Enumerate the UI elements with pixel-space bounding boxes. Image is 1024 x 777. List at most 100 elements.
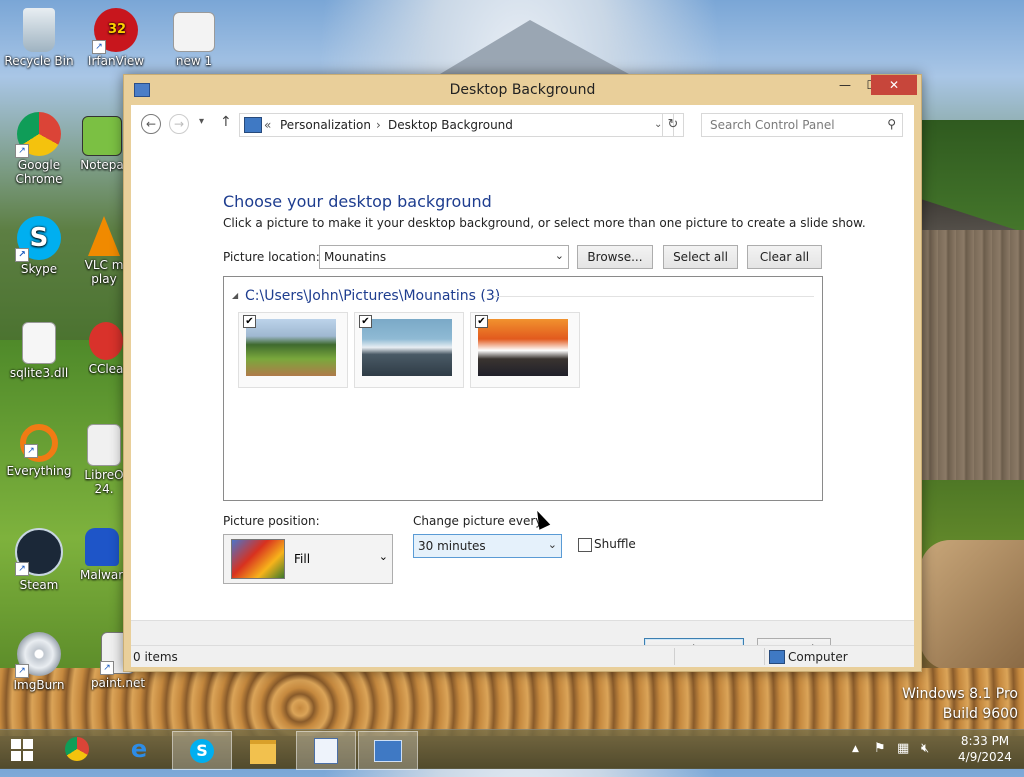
shuffle-label[interactable]: Shuffle	[594, 537, 636, 551]
position-preview-image	[231, 539, 285, 579]
control-panel-icon	[244, 117, 262, 133]
windows-logo-icon	[11, 739, 33, 761]
shortcut-arrow-icon: ↗	[15, 562, 29, 576]
system-clock[interactable]: 8:33 PM 4/9/2024	[950, 733, 1020, 765]
search-input[interactable]: Search Control Panel	[710, 118, 835, 132]
everything-search-icon: ↗	[20, 424, 58, 462]
vlc-cone-icon	[88, 216, 120, 256]
desktop-icon-label: VLC m play	[84, 258, 124, 286]
picture-location-select[interactable]: Mounatins ⌄	[319, 245, 569, 269]
desktop-icon-label: Google Chrome	[15, 158, 63, 186]
show-hidden-icons-button[interactable]: ▲	[852, 744, 859, 754]
picture-list[interactable]: ◢ C:\Users\John\Pictures\Mounatins (3) ✔…	[223, 276, 823, 501]
refresh-button[interactable]: ↻	[662, 113, 684, 137]
search-icon[interactable]: ⚲	[887, 117, 896, 131]
network-icon[interactable]: ▦	[897, 741, 909, 756]
close-button[interactable]: ✕	[871, 75, 917, 95]
desktop-icon-irfanview[interactable]: 32 ↗ IrfanView	[78, 8, 154, 68]
desktop-icon-google-chrome[interactable]: ↗ Google Chrome	[1, 112, 77, 186]
picture-location-value: Mounatins	[324, 250, 387, 264]
desktop-icon-label: Steam	[19, 578, 59, 592]
address-bar[interactable]: « Personalization › Desktop Background ⌄	[239, 113, 674, 137]
desktop-icon-label: Malware	[80, 568, 124, 582]
background-meadow	[0, 340, 125, 670]
volume-muted-icon[interactable]: 🔇︎	[921, 741, 929, 756]
breadcrumb-personalization[interactable]: Personalization	[280, 118, 371, 132]
chrome-icon	[65, 737, 89, 761]
desktop-icon-label: CClea	[88, 362, 124, 376]
picture-position-value: Fill	[294, 552, 311, 566]
clock-date: 4/9/2024	[958, 750, 1012, 764]
taskbar-skype[interactable]: S	[172, 731, 232, 770]
select-all-button[interactable]: Select all	[663, 245, 738, 269]
disc-flame-icon: ↗	[15, 632, 61, 678]
desktop-icon-label: sqlite3.dll	[9, 366, 69, 380]
clear-all-button[interactable]: Clear all	[747, 245, 822, 269]
search-box[interactable]: Search Control Panel ⚲	[701, 113, 903, 137]
desktop-icon-malwarebytes[interactable]: Malware	[80, 528, 124, 582]
malwarebytes-icon	[85, 528, 119, 566]
thumbnail-checkbox[interactable]: ✔	[243, 315, 256, 328]
desktop-icon-label: paint.net	[90, 676, 146, 690]
desktop-icon-label: new 1	[175, 54, 213, 68]
wallpaper-thumbnail[interactable]: ✔	[238, 312, 348, 388]
desktop-icon-imgburn[interactable]: ↗ ImgBurn	[1, 632, 77, 692]
taskbar-control-panel[interactable]	[358, 731, 418, 770]
steam-icon: ↗	[15, 528, 63, 576]
chevron-down-icon: ⌄	[547, 538, 557, 551]
desktop-icon-sqlite3[interactable]: sqlite3.dll	[1, 322, 77, 380]
desktop-icon-everything[interactable]: ↗ Everything	[1, 424, 77, 478]
watermark-build: Build 9600	[942, 706, 1018, 722]
irfanview-badge: 32	[108, 22, 127, 37]
minimize-button[interactable]: —	[831, 75, 859, 95]
collapse-group-icon[interactable]: ◢	[232, 291, 238, 300]
desktop-icon-new-1[interactable]: new 1	[156, 12, 232, 68]
desktop-icon-steam[interactable]: ↗ Steam	[1, 528, 77, 592]
wallpaper-thumbnail[interactable]: ✔	[470, 312, 580, 388]
recent-locations-dropdown[interactable]: ▾	[199, 116, 204, 127]
back-button[interactable]: ←	[141, 114, 161, 134]
desktop-icon-recycle-bin[interactable]: Recycle Bin	[1, 8, 77, 68]
desktop-icon-notepad[interactable]: Notepa	[80, 116, 124, 172]
breadcrumb-overflow[interactable]: «	[264, 118, 271, 132]
folder-group-header[interactable]: C:\Users\John\Pictures\Mounatins (3)	[245, 288, 500, 304]
group-divider	[494, 296, 814, 297]
picture-position-select[interactable]: Fill ⌄	[223, 534, 393, 584]
ccleaner-icon	[89, 322, 123, 360]
taskbar-paint[interactable]	[296, 731, 356, 770]
title-bar[interactable]: Desktop Background — ☐ ✕	[124, 75, 921, 105]
thumbnail-checkbox[interactable]: ✔	[359, 315, 372, 328]
action-center-flag-icon[interactable]: ⚑	[874, 741, 886, 756]
desktop-icon-label: Everything	[6, 464, 72, 478]
taskbar: e S ▲ ⚑ ▦ 🔇︎ 8:33 PM 4/9/2024	[0, 729, 1024, 770]
background-mountain	[430, 20, 640, 80]
desktop-icon-vlc[interactable]: VLC m play	[84, 216, 124, 286]
desktop-icon-ccleaner[interactable]: CClea	[88, 322, 124, 376]
breadcrumb-desktop-background[interactable]: Desktop Background	[388, 118, 513, 132]
taskbar-file-explorer[interactable]	[234, 731, 292, 768]
location-label: Computer	[788, 650, 848, 664]
taskbar-internet-explorer[interactable]: e	[110, 731, 168, 768]
chrome-icon: ↗	[15, 112, 61, 158]
change-picture-interval-select[interactable]: 30 minutes ⌄	[413, 534, 562, 558]
wallpaper-thumbnail[interactable]: ✔	[354, 312, 464, 388]
desktop-icon-skype[interactable]: S ↗ Skype	[1, 216, 77, 276]
dll-file-icon	[22, 322, 56, 364]
browse-button[interactable]: Browse...	[577, 245, 653, 269]
notepad-icon	[82, 116, 122, 156]
snowy-peak-image	[362, 319, 452, 376]
recycle-bin-icon	[23, 8, 55, 52]
taskbar-chrome[interactable]	[48, 731, 106, 768]
up-button[interactable]: ↑	[220, 114, 232, 130]
window-client: ← → ▾ ↑ « Personalization › Desktop Back…	[131, 105, 914, 665]
shortcut-arrow-icon: ↗	[15, 248, 29, 262]
forward-button[interactable]: →	[169, 114, 189, 134]
skype-icon: S ↗	[15, 216, 61, 262]
background-log	[920, 540, 1024, 670]
desktop-icon-libreoffice[interactable]: LibreO 24.	[84, 424, 124, 496]
thumbnail-checkbox[interactable]: ✔	[475, 315, 488, 328]
status-divider	[764, 648, 765, 665]
desktop-icon-label: IrfanView	[87, 54, 145, 68]
start-button[interactable]	[0, 731, 44, 768]
shuffle-checkbox[interactable]	[578, 538, 592, 552]
